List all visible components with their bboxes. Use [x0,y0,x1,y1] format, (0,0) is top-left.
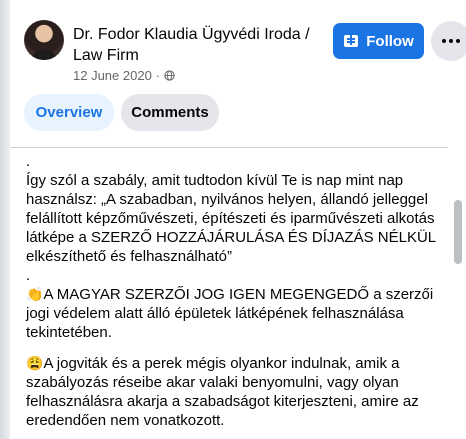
weary-emoji-icon: 😩 [26,355,44,371]
globe-icon [164,70,175,81]
follow-button[interactable]: Follow [333,23,424,59]
more-dot [456,39,460,43]
more-dots-icon [442,39,446,43]
divider [10,147,448,148]
more-options-button[interactable] [431,21,466,61]
paragraph-rule: Így szól a szabály, amit tudtodon kívül … [26,172,436,265]
post-body: . Így szól a szabály, amit tudtodon kívü… [26,152,444,439]
clap-emoji-icon: 👏 [26,286,44,302]
follow-label: Follow [366,32,414,50]
paragraph-disputes: 😩A jogviták és a perek mégis olyankor in… [26,354,444,430]
paragraph-permissive-text: A MAGYAR SZERZŐI JOG IGEN MEGENGEDŐ a sz… [26,286,434,341]
tab-bar: Overview Comments [24,94,219,131]
follow-plus-icon [344,35,359,47]
dot-line: . [26,267,31,284]
dot-line: . [26,153,31,170]
more-dot [449,39,453,43]
post-header: Dr. Fodor Klaudia Ügyvédi Iroda / Law Fi… [24,20,466,90]
tab-comments[interactable]: Comments [121,94,219,131]
meta-separator: · [155,68,161,83]
paragraph-permissive: 👏A MAGYAR SZERZŐI JOG IGEN MEGENGEDŐ a s… [26,285,444,342]
page-title[interactable]: Dr. Fodor Klaudia Ügyvédi Iroda / Law Fi… [73,24,318,66]
paragraph-disputes-text: A jogviták és a perek mégis olyankor ind… [26,355,419,429]
scrollbar-track[interactable] [449,150,466,439]
avatar[interactable] [24,20,64,60]
post-date[interactable]: 12 June 2020 [73,68,152,83]
background-strip [0,0,10,439]
tab-overview[interactable]: Overview [24,94,114,131]
post-meta: 12 June 2020 · [73,68,175,83]
scrollbar-thumb[interactable] [454,200,462,264]
